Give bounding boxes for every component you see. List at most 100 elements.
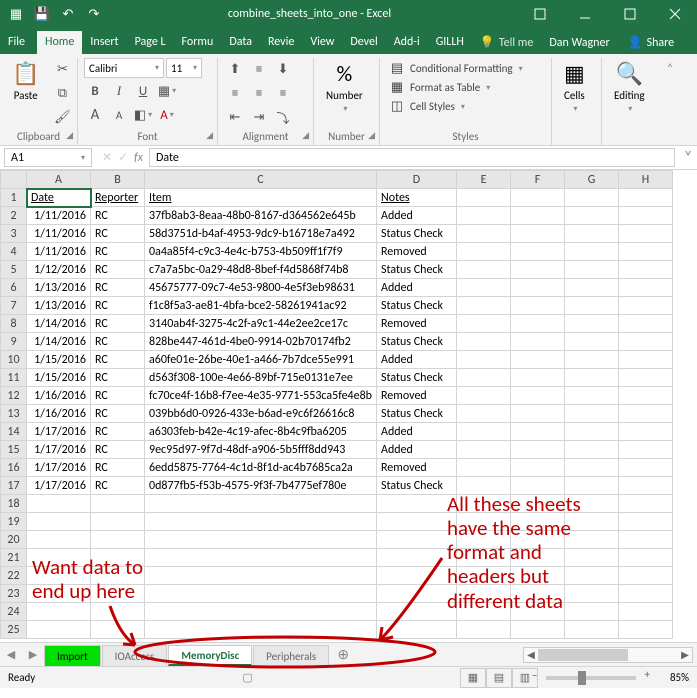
format-as-table-button[interactable]: ▦Format as Table▾ [386,79,545,96]
col-header-E[interactable]: E [457,171,511,189]
cell-B4[interactable]: RC [91,243,145,261]
zoom-slider[interactable] [546,676,636,680]
tab-gillh[interactable]: GILLH [428,31,472,54]
border-button[interactable]: ▦▾ [156,80,178,102]
align-center-button[interactable]: ≡ [248,82,270,104]
cells-button[interactable]: ▦ Cells ▾ [558,58,591,116]
cell-D4[interactable]: Removed [377,243,457,261]
align-right-button[interactable]: ≡ [272,82,294,104]
row-header-12[interactable]: 12 [1,387,27,405]
cell-D16[interactable]: Removed [377,459,457,477]
col-header-H[interactable]: H [619,171,673,189]
share-button[interactable]: 👤 Share [618,31,685,54]
cell-A6[interactable]: 1/13/2016 [27,279,91,297]
spreadsheet-grid[interactable]: ABCDEFGH1 Date Reporter Item Notes 2 1/1… [0,170,697,642]
cell-B13[interactable]: RC [91,405,145,423]
row-header-23[interactable]: 23 [1,585,27,603]
cell-C13[interactable]: 039bb6d0-0926-433e-b6ad-e9c6f26616c8 [145,405,377,423]
cut-button[interactable]: ✂ [51,58,73,80]
format-painter-button[interactable]: 🖌 [51,106,73,128]
cell-A16[interactable]: 1/17/2016 [27,459,91,477]
bold-button[interactable]: B [84,80,106,102]
row-header-18[interactable]: 18 [1,495,27,513]
cell-D14[interactable]: Added [377,423,457,441]
tab-formu[interactable]: Formu [174,31,222,54]
orientation-button[interactable]: ⤵ [272,106,294,128]
cell-C17[interactable]: 0d877fb5-f53b-4575-9f3f-7b4775ef780e [145,477,377,495]
cell-B11[interactable]: RC [91,369,145,387]
cell-D3[interactable]: Status Check [377,225,457,243]
cell-C11[interactable]: d563f308-100e-4e66-89bf-715e0131e7ee [145,369,377,387]
row-header-1[interactable]: 1 [1,189,27,207]
cell-C12[interactable]: fc70ce4f-16b8-f7ee-4e35-9771-553ca5fe4e8… [145,387,377,405]
cell-D15[interactable]: Added [377,441,457,459]
row-header-24[interactable]: 24 [1,603,27,621]
row-header-3[interactable]: 3 [1,225,27,243]
italic-button[interactable]: I [108,80,130,102]
cell-B9[interactable]: RC [91,333,145,351]
sheet-nav-prev[interactable]: ◀ [0,643,22,667]
editing-button[interactable]: 🔍 Editing ▾ [608,58,651,116]
align-middle-button[interactable]: ≡ [248,58,270,80]
cell-D17[interactable]: Status Check [377,477,457,495]
row-header-17[interactable]: 17 [1,477,27,495]
font-color-button[interactable]: A▾ [156,104,178,126]
cell-D10[interactable]: Added [377,351,457,369]
row-header-6[interactable]: 6 [1,279,27,297]
cell-B14[interactable]: RC [91,423,145,441]
row-header-9[interactable]: 9 [1,333,27,351]
name-box[interactable]: A1▾ [4,148,92,167]
cell-C10[interactable]: a60fe01e-26be-40e1-a466-7b7dce55e991 [145,351,377,369]
sheet-tab-import[interactable]: Import [44,645,101,666]
tab-view[interactable]: View [302,31,342,54]
paste-button[interactable]: 📋 Paste [6,58,45,104]
cell-D9[interactable]: Status Check [377,333,457,351]
cell-C3[interactable]: 58d3751d-b4af-4953-9dc9-b16718e7a492 [145,225,377,243]
view-layout-button[interactable]: ▤ [486,668,512,688]
col-header-F[interactable]: F [511,171,565,189]
row-header-5[interactable]: 5 [1,261,27,279]
user-name[interactable]: Dan Wagner [541,32,617,54]
row-header-19[interactable]: 19 [1,513,27,531]
tab-revie[interactable]: Revie [260,31,302,54]
sheet-tab-memorydisc[interactable]: MemoryDisc [168,645,252,666]
col-header-C[interactable]: C [145,171,377,189]
cell-A3[interactable]: 1/11/2016 [27,225,91,243]
macro-record-icon[interactable]: ▢ [242,671,252,684]
cell-B12[interactable]: RC [91,387,145,405]
cell-D13[interactable]: Status Check [377,405,457,423]
fx-icon[interactable]: fx [134,151,143,165]
cell-A15[interactable]: 1/17/2016 [27,441,91,459]
copy-button[interactable]: ⧉ [51,82,73,104]
align-left-button[interactable]: ≡ [224,82,246,104]
zoom-level[interactable]: 85% [670,671,689,684]
row-header-11[interactable]: 11 [1,369,27,387]
tab-page l[interactable]: Page L [127,31,174,54]
cell-A12[interactable]: 1/16/2016 [27,387,91,405]
underline-button[interactable]: U [132,80,154,102]
cell-C7[interactable]: f1c8f5a3-ae81-4bfa-bce2-58261941ac92 [145,297,377,315]
cell-A7[interactable]: 1/13/2016 [27,297,91,315]
cell-D6[interactable]: Added [377,279,457,297]
undo-icon[interactable]: ↶ [60,6,76,22]
cell-D8[interactable]: Removed [377,315,457,333]
cell-D7[interactable]: Status Check [377,297,457,315]
sheet-tab-ioaccess[interactable]: IOAccess [102,645,168,666]
cell-A14[interactable]: 1/17/2016 [27,423,91,441]
collapse-ribbon-button[interactable]: ˄ [662,58,678,145]
cell-A13[interactable]: 1/16/2016 [27,405,91,423]
cell-C15[interactable]: 9ec95d97-9f7d-48df-a906-5b5fff8dd943 [145,441,377,459]
font-shrink-button[interactable]: A [108,104,130,126]
cell-C8[interactable]: 3140ab4f-3275-4c2f-a9c1-44e2ee2ce17c [145,315,377,333]
expand-formula-bar[interactable]: ˅ [679,146,697,169]
cell-A8[interactable]: 1/14/2016 [27,315,91,333]
select-all-corner[interactable] [1,171,27,189]
redo-icon[interactable]: ↷ [86,6,102,22]
cell-B10[interactable]: RC [91,351,145,369]
cell-C9[interactable]: 828be447-461d-4be0-9914-02b70174fb2 [145,333,377,351]
tab-add-i[interactable]: Add-i [386,31,428,54]
cell-A5[interactable]: 1/12/2016 [27,261,91,279]
cell-B5[interactable]: RC [91,261,145,279]
conditional-formatting-button[interactable]: ▤Conditional Formatting▾ [386,60,545,77]
cell-C1[interactable]: Item [145,189,377,207]
